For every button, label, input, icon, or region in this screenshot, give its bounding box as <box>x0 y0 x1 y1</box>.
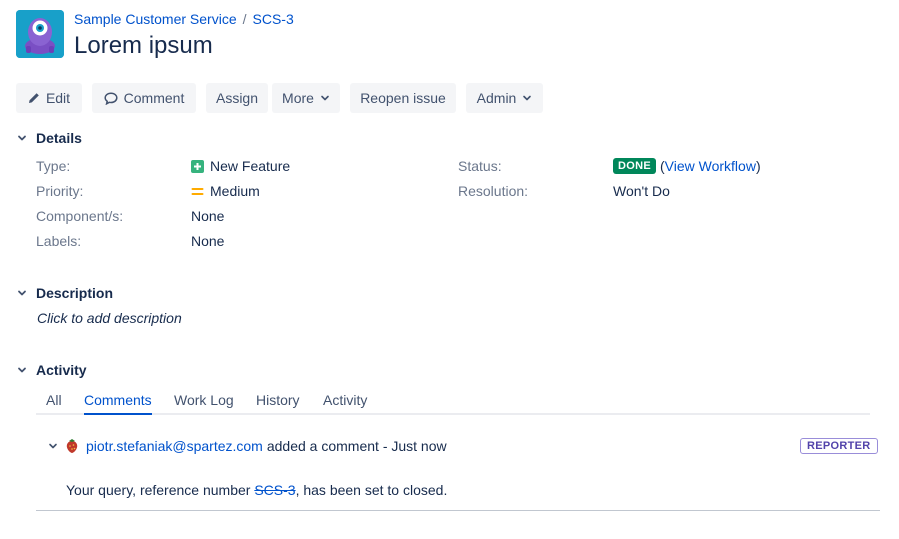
activity-tabs: All Comments Work Log History Activity <box>36 390 870 415</box>
view-workflow-link[interactable]: View Workflow <box>665 158 756 174</box>
breadcrumb-issue-link[interactable]: SCS-3 <box>253 11 294 27</box>
labels-label: Labels: <box>36 233 82 249</box>
breadcrumb-project-link[interactable]: Sample Customer Service <box>74 11 237 27</box>
activity-heading: Activity <box>36 362 87 378</box>
tab-all[interactable]: All <box>46 392 62 408</box>
assign-button-label: Assign <box>215 90 259 106</box>
type-value: New Feature <box>191 158 290 174</box>
priority-value-text: Medium <box>210 183 260 199</box>
status-label: Status: <box>458 158 502 174</box>
description-placeholder[interactable]: Click to add description <box>37 310 182 326</box>
reopen-issue-button[interactable]: Reopen issue <box>350 83 456 113</box>
priority-value: Medium <box>191 183 260 199</box>
priority-medium-icon <box>191 187 204 195</box>
description-section-toggle[interactable]: Description <box>16 285 113 301</box>
user-avatar-icon <box>66 439 78 453</box>
type-value-text: New Feature <box>210 158 291 174</box>
components-label: Component/s: <box>36 208 124 224</box>
resolution-label: Resolution: <box>458 183 529 199</box>
chevron-down-icon <box>16 364 28 376</box>
resolved-issue-link[interactable]: SCS-3 <box>254 482 295 498</box>
comment-divider <box>36 510 880 511</box>
comment-body: Your query, reference number SCS-3, has … <box>66 482 447 498</box>
breadcrumb: Sample Customer Service / SCS-3 <box>74 11 294 27</box>
tab-history[interactable]: History <box>256 392 300 408</box>
chevron-down-icon <box>321 95 329 101</box>
tab-work-log[interactable]: Work Log <box>174 392 234 408</box>
speech-bubble-icon <box>104 91 118 105</box>
edit-button[interactable]: Edit <box>16 83 82 113</box>
chevron-down-icon <box>16 132 28 144</box>
collapse-comment-toggle[interactable] <box>48 441 58 451</box>
chevron-down-icon <box>49 443 57 449</box>
type-label: Type: <box>36 158 71 174</box>
alien-project-icon <box>16 10 64 58</box>
status-badge: DONE <box>613 158 656 174</box>
status-value: DONE (View Workflow) <box>613 158 761 174</box>
activity-section-toggle[interactable]: Activity <box>16 362 87 378</box>
comment-button-label: Comment <box>123 90 185 106</box>
priority-label: Priority: <box>36 183 84 199</box>
comment-action-text: added a comment - Just now <box>266 438 447 454</box>
view-workflow-wrapper: (View Workflow) <box>660 158 761 174</box>
resolution-value: Won't Do <box>613 183 670 199</box>
tab-comments[interactable]: Comments <box>84 392 152 415</box>
details-heading: Details <box>36 130 82 146</box>
comment-header: piotr.stefaniak@spartez.com added a comm… <box>48 438 447 454</box>
labels-value: None <box>191 233 225 249</box>
more-button-label: More <box>282 90 314 106</box>
details-section-toggle[interactable]: Details <box>16 130 82 146</box>
edit-button-label: Edit <box>45 90 71 106</box>
pencil-icon <box>28 93 39 103</box>
comment-body-suffix: , has been set to closed. <box>295 482 448 498</box>
components-value: None <box>191 208 225 224</box>
project-avatar[interactable] <box>16 10 64 58</box>
issue-title[interactable]: Lorem ipsum <box>74 32 213 60</box>
comment-button[interactable]: Comment <box>92 83 196 113</box>
comment-author-link[interactable]: piotr.stefaniak@spartez.com <box>86 438 263 454</box>
more-dropdown-button[interactable]: More <box>272 83 340 113</box>
chevron-down-icon <box>16 287 28 299</box>
description-heading: Description <box>36 285 114 301</box>
admin-dropdown-button[interactable]: Admin <box>466 83 543 113</box>
chevron-down-icon <box>523 95 532 101</box>
assign-button[interactable]: Assign <box>206 83 268 113</box>
reporter-badge: REPORTER <box>800 438 878 454</box>
breadcrumb-separator: / <box>242 11 247 27</box>
comment-body-prefix: Your query, reference number <box>66 482 255 498</box>
admin-button-label: Admin <box>476 90 517 106</box>
reopen-button-label: Reopen issue <box>360 90 446 106</box>
tab-activity[interactable]: Activity <box>323 392 367 408</box>
new-feature-icon <box>191 159 204 173</box>
paren-close: ) <box>755 158 761 174</box>
